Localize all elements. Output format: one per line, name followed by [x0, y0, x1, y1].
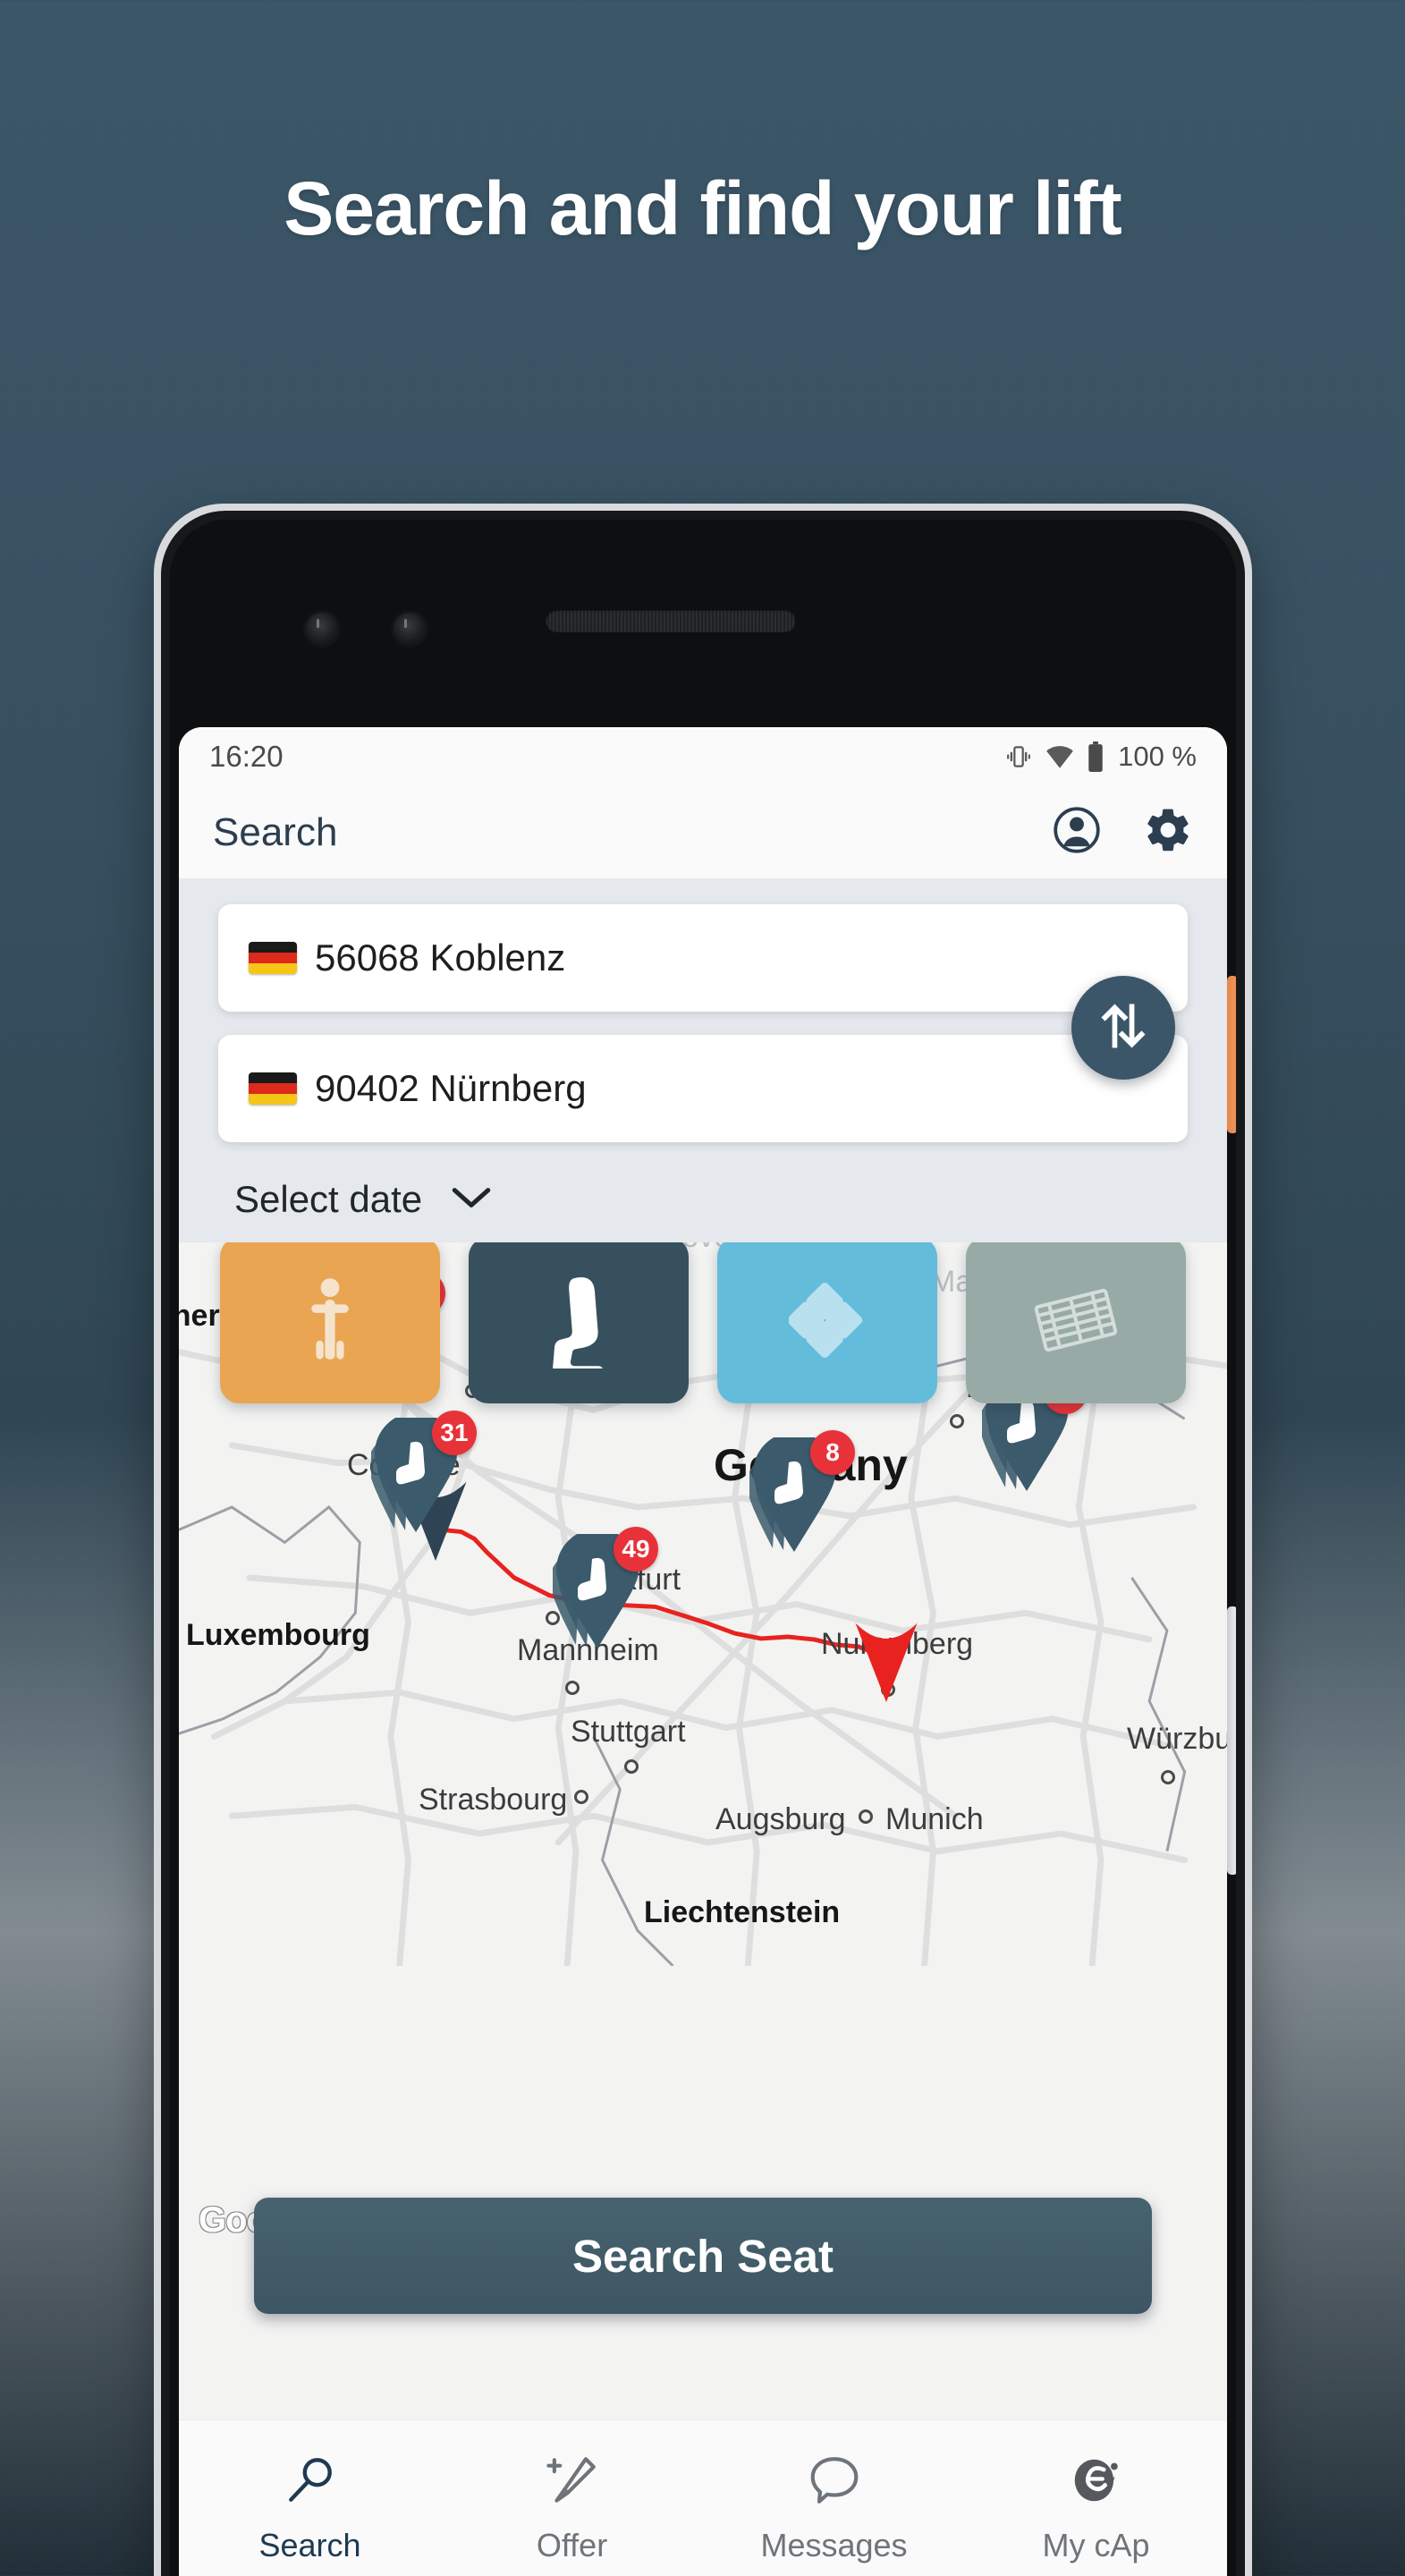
person-icon	[306, 1277, 354, 1363]
vibrate-icon	[1004, 742, 1033, 771]
category-tile-seat[interactable]	[469, 1242, 689, 1403]
pen-plus-icon	[545, 2453, 600, 2512]
package-diamond-icon	[789, 1282, 866, 1359]
cluster-pin[interactable]: 8	[749, 1430, 855, 1552]
search-form-panel: 56068 Koblenz 90402 Nürnberg Select date	[179, 879, 1227, 1242]
app-bar: Search	[179, 786, 1227, 879]
gear-icon[interactable]	[1143, 805, 1193, 860]
page-title: Search and find your lift	[284, 166, 1121, 250]
category-tile-package[interactable]	[717, 1242, 937, 1403]
nav-label-messages: Messages	[760, 2527, 908, 2563]
swap-locations-button[interactable]	[1071, 976, 1175, 1080]
magnifier-icon	[283, 2453, 338, 2512]
nav-label-search: Search	[258, 2527, 361, 2563]
cluster-pin[interactable]: 49	[553, 1527, 658, 1648]
category-tile-person[interactable]	[220, 1242, 440, 1403]
origin-input[interactable]: 56068 Koblenz	[218, 904, 1188, 1012]
cluster-count-badge: 31	[432, 1411, 477, 1455]
status-bar-time: 16:20	[209, 740, 284, 773]
destination-value: 90402 Nürnberg	[315, 1067, 587, 1109]
nav-label-my-cap: My cAp	[1042, 2527, 1150, 2563]
select-date-label: Select date	[234, 1178, 423, 1220]
front-camera-secondary-icon	[394, 613, 426, 645]
origin-value: 56068 Koblenz	[315, 936, 566, 979]
earpiece-speaker	[546, 609, 796, 632]
destination-marker[interactable]	[851, 1616, 921, 1707]
car-seat-icon	[546, 1272, 611, 1368]
account-circle-icon[interactable]	[1052, 805, 1102, 860]
nav-label-offer: Offer	[536, 2527, 608, 2563]
phone-mockup: 16:20 100 % Search 56068 Koblenz 90402 N…	[154, 504, 1252, 2576]
nav-item-offer[interactable]: Offer	[441, 2420, 703, 2576]
chevron-down-icon	[449, 1183, 494, 1216]
nav-item-search[interactable]: Search	[179, 2420, 441, 2576]
speech-bubble-icon	[807, 2453, 862, 2512]
nav-item-messages[interactable]: Messages	[703, 2420, 965, 2576]
select-date-control[interactable]: Select date	[218, 1165, 1188, 1226]
cluster-count-badge: 8	[810, 1430, 855, 1475]
category-tiles	[220, 1242, 1186, 1403]
german-flag-icon	[249, 942, 297, 974]
phone-bezel: 16:20 100 % Search 56068 Koblenz 90402 N…	[170, 520, 1236, 2576]
swap-vertical-icon	[1096, 998, 1151, 1058]
wifi-icon	[1045, 743, 1075, 770]
destination-input[interactable]: 90402 Nürnberg	[218, 1035, 1188, 1142]
map-view[interactable]: Bremen Hanover Berlin Brunswick Magdebur…	[179, 1242, 1227, 2419]
front-camera-icon	[306, 613, 338, 645]
category-tile-pallet[interactable]	[966, 1242, 1186, 1403]
power-button[interactable]	[1227, 976, 1236, 1133]
bottom-navigation: Search Offer Messages My cAp	[179, 2419, 1227, 2576]
phone-screen: 16:20 100 % Search 56068 Koblenz 90402 N…	[179, 727, 1227, 2576]
cluster-count-badge: 49	[614, 1527, 658, 1572]
status-bar: 16:20 100 %	[179, 727, 1227, 786]
battery-icon	[1087, 741, 1105, 772]
cluster-pin[interactable]: 31	[371, 1411, 477, 1532]
search-seat-button[interactable]: Search Seat	[254, 2198, 1152, 2314]
volume-rocker[interactable]	[1227, 1606, 1236, 1875]
app-bar-title: Search	[213, 809, 338, 854]
nav-item-my-cap[interactable]: My cAp	[965, 2420, 1227, 2576]
battery-percent: 100 %	[1118, 741, 1197, 772]
cap-logo-icon	[1069, 2453, 1124, 2512]
german-flag-icon	[249, 1072, 297, 1105]
pallet-icon	[1033, 1284, 1119, 1356]
